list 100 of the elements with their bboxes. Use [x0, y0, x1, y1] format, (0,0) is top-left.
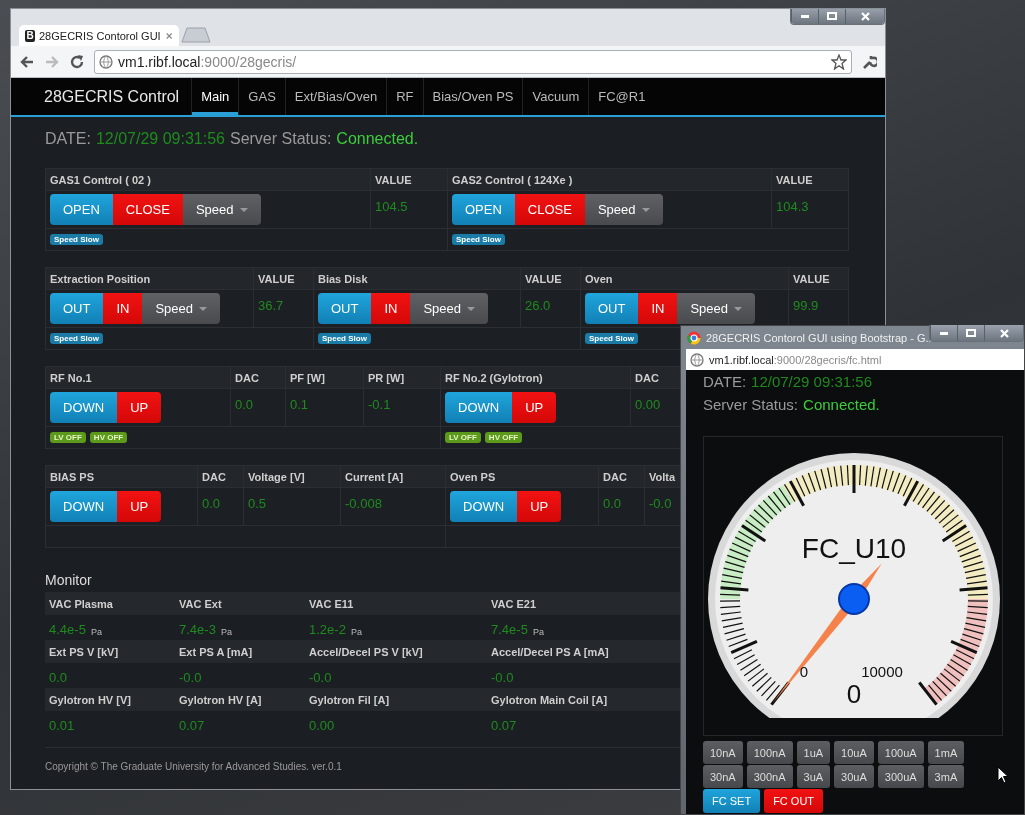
- range-button[interactable]: 10uA: [834, 741, 874, 764]
- control-button[interactable]: UP: [117, 392, 162, 423]
- reading-value: -0.0: [309, 670, 332, 685]
- range-button[interactable]: 30uA: [834, 765, 874, 788]
- control-button[interactable]: OUT: [50, 293, 104, 324]
- window-title: 28GECRIS Contorol GUI using Bootstrap - G...: [706, 331, 935, 344]
- action-button[interactable]: FC OUT: [764, 789, 824, 813]
- column-header: DAC: [198, 466, 243, 487]
- column-header: RF No.1: [46, 367, 230, 388]
- date-value: 12/07/29 09:31:56: [751, 373, 872, 392]
- range-button[interactable]: 1uA: [796, 741, 831, 764]
- maximize-icon: [966, 329, 976, 337]
- nav-tab[interactable]: FC@R1: [588, 78, 655, 115]
- control-button[interactable]: DOWN: [50, 491, 118, 522]
- reading-value: 0.07: [179, 718, 205, 733]
- nav-tab[interactable]: Bias/Oven PS: [422, 78, 523, 115]
- nav-tab[interactable]: Main: [191, 78, 239, 115]
- column-header: Oven PS: [446, 466, 598, 487]
- value-cell: 99.9: [789, 290, 848, 327]
- status-badge: Speed Slow: [318, 333, 371, 344]
- value-cell: 36.7: [254, 290, 313, 327]
- close-button[interactable]: [845, 9, 884, 24]
- brand-title: 28GECRIS Control: [44, 87, 181, 106]
- maximize-button[interactable]: [957, 325, 984, 341]
- control-button[interactable]: OPEN: [50, 194, 113, 225]
- back-icon[interactable]: [19, 53, 35, 70]
- column-header: Gylotron HV [A]: [175, 688, 305, 711]
- reading-value: 0.07: [491, 718, 517, 733]
- close-icon[interactable]: [164, 30, 173, 41]
- mouse-cursor-icon: [997, 766, 1009, 784]
- range-button[interactable]: 1mA: [927, 741, 965, 764]
- value-cell: 104.3: [772, 191, 848, 228]
- address-bar[interactable]: vm1.ribf.local:9000/28gecris/: [94, 49, 852, 74]
- column-header: VAC Plasma: [45, 592, 175, 615]
- reading-value: -0.0: [491, 670, 514, 685]
- column-header: PF [W]: [286, 367, 363, 388]
- caret-icon: [239, 207, 248, 212]
- browser-tab[interactable]: B 28GECRIS Contorol GUI: [19, 25, 179, 46]
- column-header: GAS1 Control ( 02 ): [46, 169, 370, 190]
- minimize-icon: [801, 14, 809, 18]
- nav-tab[interactable]: Ext/Bias/Oven: [284, 78, 387, 115]
- column-header: VALUE: [521, 268, 580, 289]
- nav-tab[interactable]: Vacuum: [522, 78, 589, 115]
- value-cell: 0.0: [599, 488, 644, 525]
- control-button[interactable]: UP: [117, 491, 162, 522]
- range-button[interactable]: 100nA: [746, 741, 793, 764]
- range-button[interactable]: 10nA: [703, 741, 743, 764]
- column-header: DAC: [231, 367, 285, 388]
- action-button[interactable]: FC SET: [703, 789, 761, 813]
- control-button[interactable]: OPEN: [452, 194, 515, 225]
- control-button[interactable]: IN: [103, 293, 143, 324]
- column-header: Gylotron Fil [A]: [305, 688, 487, 711]
- dropdown-button[interactable]: Speed: [677, 293, 756, 324]
- control-button[interactable]: UP: [517, 491, 562, 522]
- dropdown-button[interactable]: Speed: [142, 293, 221, 324]
- column-header: Bias Disk: [314, 268, 520, 289]
- dropdown-button[interactable]: Speed: [182, 194, 261, 225]
- dropdown-button[interactable]: Speed: [410, 293, 489, 324]
- favicon: B: [25, 29, 35, 42]
- value-cell: -0.008: [341, 488, 445, 525]
- column-header: VALUE: [254, 268, 313, 289]
- star-icon[interactable]: [831, 53, 847, 70]
- nav-tab[interactable]: GAS: [238, 78, 285, 115]
- range-button[interactable]: 3uA: [796, 765, 831, 788]
- value-cell: 104.5: [371, 191, 447, 228]
- unit-label: Pa: [350, 627, 362, 637]
- control-button[interactable]: IN: [371, 293, 411, 324]
- close-icon: [860, 11, 870, 21]
- column-header: DAC: [599, 466, 644, 487]
- close-button[interactable]: [984, 325, 1023, 341]
- minimize-button[interactable]: [791, 9, 818, 24]
- wrench-icon[interactable]: [861, 53, 877, 70]
- range-button[interactable]: 300nA: [746, 765, 793, 788]
- column-header: VALUE: [371, 169, 447, 190]
- control-button[interactable]: OUT: [585, 293, 639, 324]
- value-cell: 26.0: [521, 290, 580, 327]
- control-button[interactable]: DOWN: [450, 491, 518, 522]
- control-button[interactable]: IN: [638, 293, 678, 324]
- range-button[interactable]: 100uA: [877, 741, 924, 764]
- nav-tab[interactable]: RF: [386, 78, 423, 115]
- dropdown-button[interactable]: Speed: [584, 194, 663, 225]
- column-header: Ext PS V [kV]: [45, 640, 175, 663]
- column-header: VALUE: [789, 268, 848, 289]
- column-header: Current [A]: [341, 466, 445, 487]
- control-button[interactable]: CLOSE: [514, 194, 585, 225]
- reading-value: 7.4e-3: [179, 622, 216, 637]
- address-bar[interactable]: vm1.ribf.local:9000/28gecris/fc.html: [686, 349, 1024, 370]
- control-button[interactable]: DOWN: [445, 392, 513, 423]
- reload-icon[interactable]: [69, 53, 85, 70]
- browser-logo-icon: [687, 330, 701, 345]
- maximize-button[interactable]: [818, 9, 845, 24]
- control-button[interactable]: CLOSE: [112, 194, 183, 225]
- range-button[interactable]: 300uA: [877, 765, 924, 788]
- server-status-label: Server Status:: [229, 130, 332, 149]
- control-button[interactable]: UP: [512, 392, 557, 423]
- status-badge: Speed Slow: [50, 234, 103, 245]
- control-button[interactable]: OUT: [318, 293, 372, 324]
- range-button[interactable]: 30nA: [703, 765, 743, 788]
- control-button[interactable]: DOWN: [50, 392, 118, 423]
- range-button[interactable]: 3mA: [927, 765, 965, 788]
